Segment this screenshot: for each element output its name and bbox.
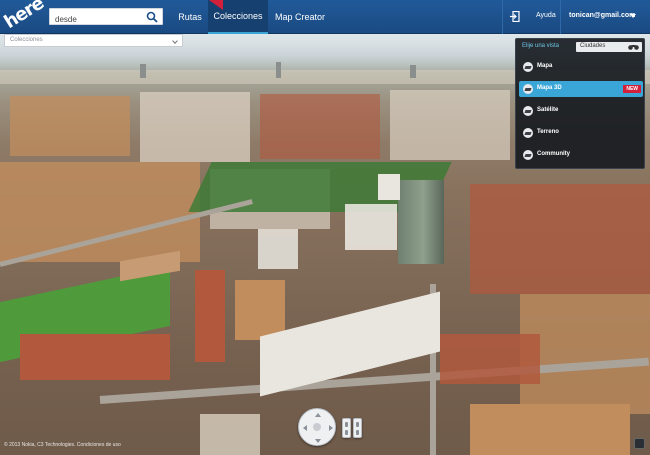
city-block [200,414,260,455]
header-divider [502,0,503,34]
city-block [260,94,380,159]
new-badge: NEW [623,85,641,93]
white-building [345,204,397,250]
glass-tower [398,180,444,264]
city-block [140,92,250,162]
city-block [0,162,200,262]
view-option-label: Mapa 3D [537,85,562,91]
arrow-right-icon[interactable] [329,425,333,431]
residential-block [440,334,540,384]
view-selector-panel: Elije una vista Ciudades Mapa Mapa 3D NE… [515,38,645,169]
collections-dropdown[interactable]: Colecciones [4,34,183,47]
white-building [378,174,400,200]
sign-out-icon[interactable] [510,11,520,22]
search-icon[interactable] [146,11,158,23]
city-block [10,96,130,156]
tab-map-creator[interactable]: Map Creator [270,0,330,34]
distant-tower [410,65,416,78]
top-navigation-bar: here Rutas Colecciones Map Creator Ayuda… [0,0,650,34]
map-copyright[interactable]: © 2013 Nokia, C3 Technologies. Condicion… [4,442,121,448]
satellite-view-icon [523,106,533,116]
chevron-down-icon[interactable] [630,14,636,18]
distant-tower [276,62,281,78]
white-building [258,229,298,269]
pan-rotate-control[interactable] [298,408,336,446]
here-maps-app: © 2013 Nokia, C3 Technologies. Condicion… [0,0,650,455]
city-block [470,184,650,294]
user-account-menu[interactable]: tonican@gmail.com [569,12,635,19]
collections-dropdown-value: Colecciones [10,37,43,43]
arrow-left-icon[interactable] [303,425,307,431]
view-option-community[interactable]: Community [519,147,643,163]
community-view-icon [523,150,533,160]
view-option-satelite[interactable]: Satélite [519,103,643,119]
view-option-mapa-3d[interactable]: Mapa 3D NEW [519,81,643,97]
binoculars-icon [628,45,639,50]
chevron-down-icon [172,38,178,44]
pan-handle[interactable] [313,423,321,431]
arrow-up-icon[interactable] [315,413,321,417]
search-box [49,8,163,27]
city-dropdown-value: Ciudades [580,43,606,49]
help-link[interactable]: Ayuda [536,12,556,19]
terrain-view-icon [523,128,533,138]
header-divider [560,0,561,34]
view-option-mapa[interactable]: Mapa [519,59,643,75]
view-option-terreno[interactable]: Terreno [519,125,643,141]
arrow-down-icon[interactable] [315,439,321,443]
view-option-label: Terreno [537,129,559,135]
view-option-label: Community [537,151,570,157]
residential-block [470,404,630,455]
view-option-label: Mapa [537,63,553,69]
fullscreen-button[interactable] [634,438,645,449]
distant-tower [140,64,146,78]
residential-block [20,334,170,380]
map-view-icon [523,62,533,72]
residential-tower [195,270,225,362]
city-dropdown[interactable]: Ciudades [576,42,642,52]
city-block [390,90,510,160]
tab-rutas[interactable]: Rutas [172,0,208,34]
tilt-control[interactable] [342,418,351,438]
zoom-control[interactable] [353,418,362,438]
map-3d-view-icon [523,84,533,94]
panel-title: Elije una vista [522,43,560,49]
view-option-label: Satélite [537,107,559,113]
search-input[interactable] [50,12,142,27]
